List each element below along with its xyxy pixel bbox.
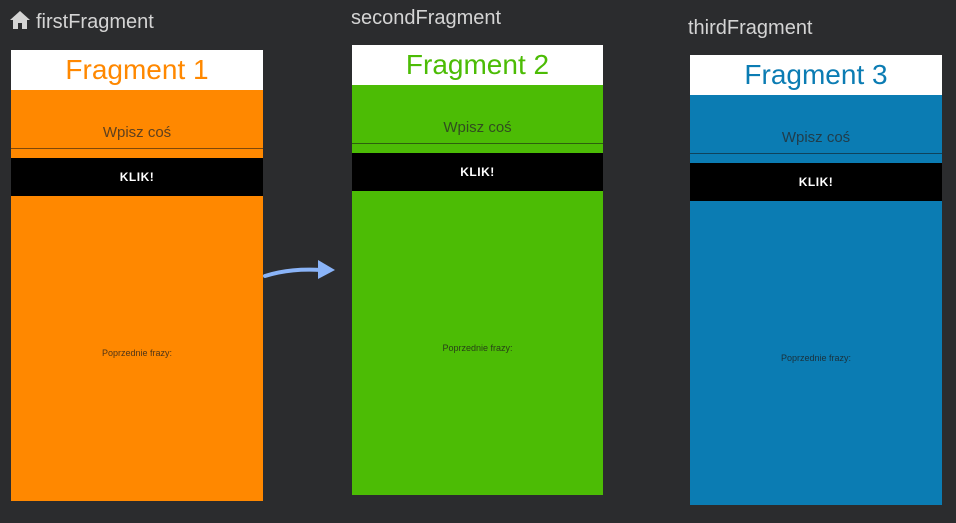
- fragment-preview-first[interactable]: Fragment 1 Wpisz coś KLIK! Poprzednie fr…: [11, 50, 263, 501]
- fragment-header: Fragment 2: [352, 45, 603, 85]
- home-icon: [10, 11, 30, 29]
- destination-label-third-text: thirdFragment: [688, 17, 813, 39]
- previous-phrases-label: Poprzednie frazy:: [442, 343, 513, 353]
- previous-phrases-label: Poprzednie frazy:: [101, 348, 173, 358]
- destination-label-second-text: secondFragment: [351, 7, 502, 29]
- fragment-header: Fragment 1: [11, 50, 263, 90]
- text-input-field[interactable]: Wpisz coś: [11, 118, 263, 149]
- destination-label-first[interactable]: firstFragment: [9, 10, 154, 34]
- navigation-graph-canvas: firstFragment secondFragment thirdFragme…: [0, 0, 956, 523]
- klik-button[interactable]: KLIK!: [352, 153, 603, 191]
- klik-button[interactable]: KLIK!: [690, 163, 942, 201]
- destination-label-third[interactable]: thirdFragment: [688, 17, 813, 40]
- klik-button[interactable]: KLIK!: [11, 158, 263, 196]
- destination-label-second[interactable]: secondFragment: [351, 7, 501, 30]
- fragment-preview-second[interactable]: Fragment 2 Wpisz coś KLIK! Poprzednie fr…: [352, 45, 603, 495]
- fragment-header: Fragment 3: [690, 55, 942, 95]
- navigation-action-arrow[interactable]: [262, 254, 338, 286]
- destination-label-first-text: firstFragment: [36, 11, 154, 33]
- text-input-field[interactable]: Wpisz coś: [352, 113, 603, 144]
- fragment-preview-third[interactable]: Fragment 3 Wpisz coś KLIK! Poprzednie fr…: [690, 55, 942, 505]
- previous-phrases-label: Poprzednie frazy:: [780, 353, 852, 363]
- text-input-field[interactable]: Wpisz coś: [690, 123, 942, 154]
